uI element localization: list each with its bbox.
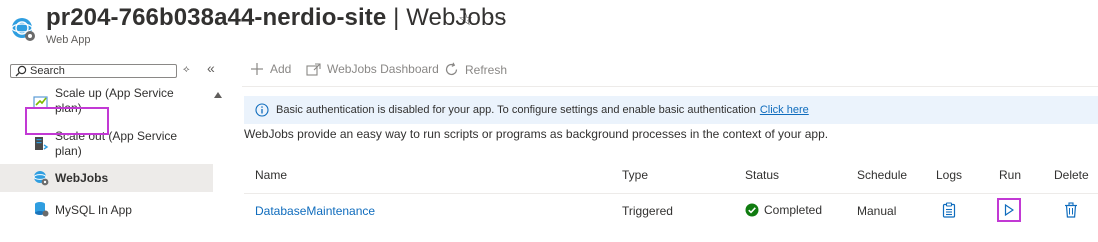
dashboard-label: WebJobs Dashboard (327, 62, 439, 76)
column-header-delete: Delete (1054, 168, 1089, 182)
run-button[interactable] (997, 198, 1021, 222)
title-separator: | (393, 4, 400, 31)
sidebar: ⟡ « Scale up (App Service plan) Scale ou… (0, 56, 228, 242)
toolbar-divider (242, 86, 1098, 87)
column-header-status: Status (745, 168, 780, 182)
sidebar-item-mysql-in-app[interactable]: MySQL In App (0, 196, 213, 224)
sort-toggle-icon[interactable]: ⟡ (183, 64, 190, 75)
webjob-type: Triggered (622, 204, 673, 218)
info-banner: Basic authentication is disabled for you… (244, 96, 1098, 124)
web-app-icon (11, 18, 35, 41)
search-input[interactable] (30, 65, 170, 77)
sidebar-item-label-line2: plan) (55, 144, 82, 158)
column-header-type: Type (622, 168, 649, 182)
page-header: pr204-766b038a44-nerdio-site | WebJobs ☆… (0, 0, 1098, 56)
sidebar-search[interactable] (10, 64, 177, 78)
click-here-link[interactable]: Click here (760, 104, 809, 116)
column-header-schedule: Schedule (857, 168, 908, 182)
delete-trash-icon[interactable] (1064, 202, 1078, 218)
selection-highlight-outline (25, 107, 109, 135)
sidebar-item-label: MySQL In App (55, 203, 132, 217)
add-button[interactable]: Add (250, 62, 291, 76)
logs-icon[interactable] (942, 202, 956, 218)
info-message: Basic authentication is disabled for you… (276, 104, 809, 116)
sidebar-item-label: WebJobs (55, 171, 109, 185)
status-text: Completed (764, 203, 823, 217)
refresh-button[interactable]: Refresh (444, 62, 507, 77)
open-external-icon (306, 62, 321, 76)
column-header-run: Run (999, 168, 1022, 182)
webjob-status: Completed (745, 203, 822, 217)
refresh-icon (445, 62, 458, 76)
resource-type: Web App (46, 34, 91, 46)
more-options-icon[interactable]: ··· (488, 9, 507, 27)
sidebar-item-webjobs[interactable]: WebJobs (0, 164, 213, 192)
completed-check-icon (745, 203, 759, 217)
table-header-divider (244, 193, 1098, 194)
resource-name: pr204-766b038a44-nerdio-site (46, 4, 387, 31)
plus-icon (251, 63, 263, 75)
info-text: Basic authentication is disabled for you… (276, 104, 756, 116)
sidebar-item-label: Scale up (App Service (55, 86, 174, 100)
column-header-name: Name (255, 168, 288, 182)
collapse-sidebar-icon[interactable]: « (207, 60, 215, 76)
favorite-star-icon[interactable]: ☆ (458, 10, 473, 30)
webjob-name-link[interactable]: DatabaseMaintenance (255, 204, 375, 218)
webjobs-description: WebJobs provide an easy way to run scrip… (244, 127, 829, 141)
search-icon (15, 65, 27, 77)
scroll-up-arrow-icon[interactable] (214, 92, 222, 98)
page-title: pr204-766b038a44-nerdio-site | WebJobs (46, 4, 507, 32)
webjobs-dashboard-button[interactable]: WebJobs Dashboard (306, 62, 439, 76)
info-icon (255, 103, 269, 117)
webjobs-icon (33, 171, 49, 186)
refresh-label: Refresh (465, 62, 508, 77)
mysql-icon (35, 202, 49, 217)
column-header-logs: Logs (936, 168, 963, 182)
add-label: Add (270, 62, 292, 76)
scale-out-icon (35, 137, 49, 150)
run-play-icon (1004, 204, 1014, 216)
webjob-schedule: Manual (857, 204, 897, 218)
